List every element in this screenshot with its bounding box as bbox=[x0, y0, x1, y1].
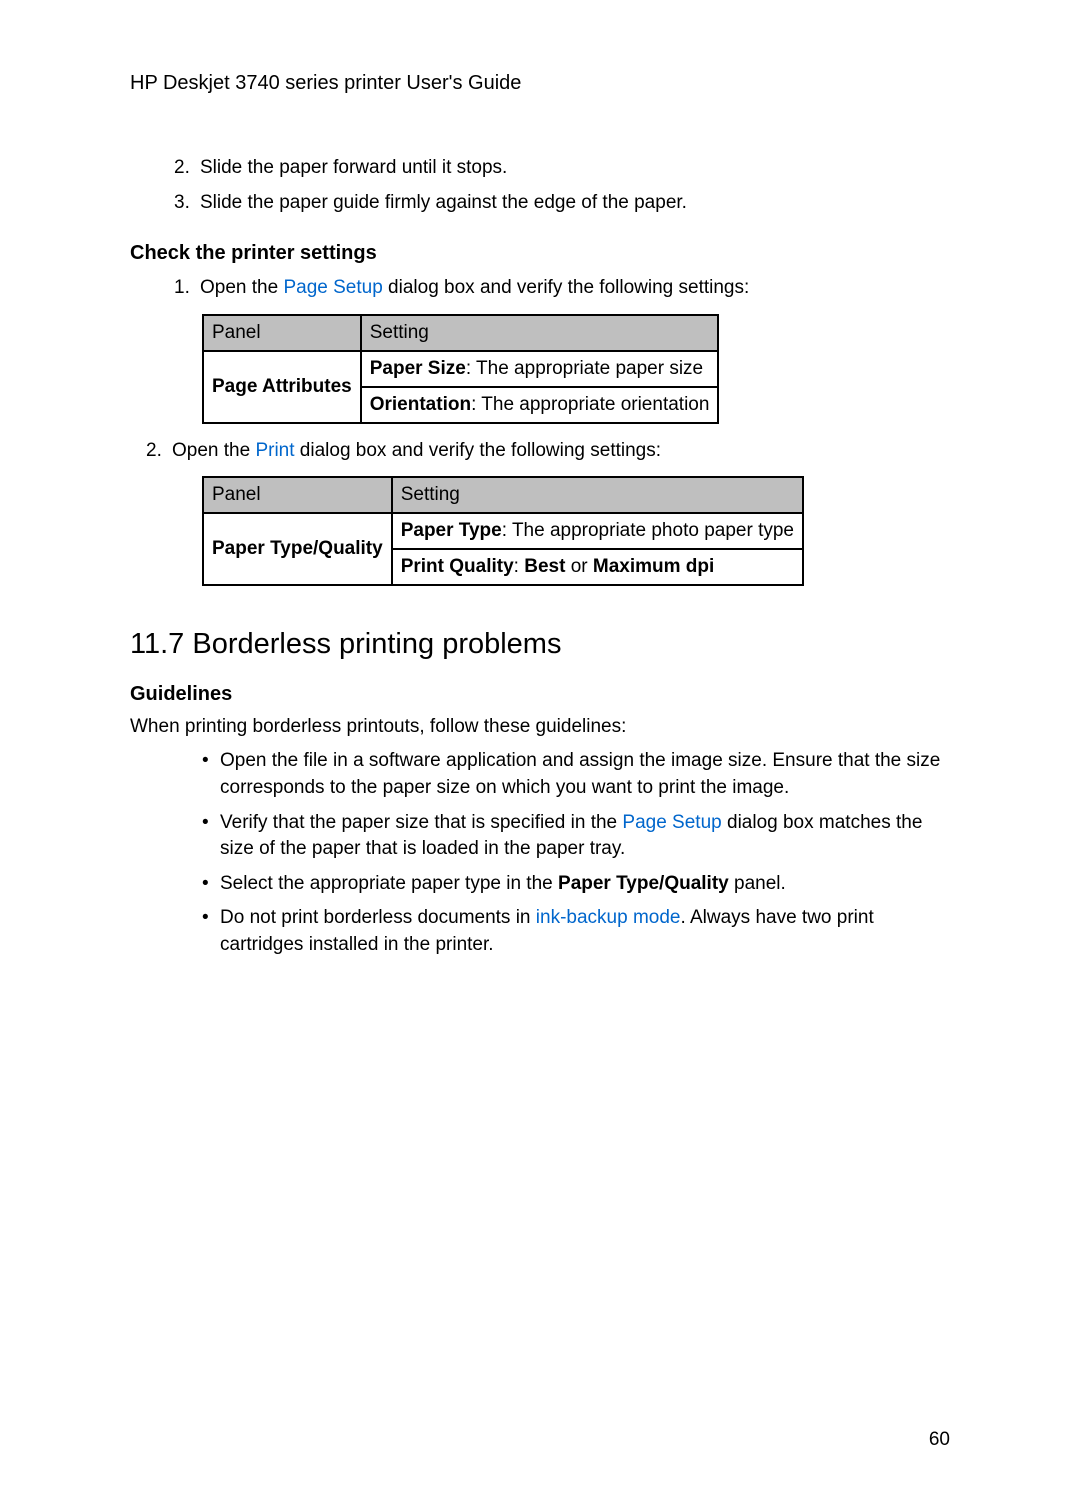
table-header-panel: Panel bbox=[203, 315, 361, 351]
ordered-list-settings: 1. Open the Page Setup dialog box and ve… bbox=[130, 275, 950, 302]
link-ink-backup[interactable]: ink-backup mode bbox=[536, 907, 681, 928]
list-text: Slide the paper guide firmly against the… bbox=[200, 190, 687, 217]
setting-value-bold: Best bbox=[524, 556, 565, 577]
setting-label: Orientation bbox=[370, 394, 471, 415]
setting-value: : The appropriate photo paper type bbox=[502, 520, 794, 541]
bullet-list-guidelines: • Open the file in a software applicatio… bbox=[130, 748, 950, 958]
table-cell-panel: Paper Type/Quality bbox=[203, 513, 392, 585]
bullet-icon: • bbox=[202, 871, 220, 898]
subheading-guidelines: Guidelines bbox=[130, 683, 950, 706]
table-cell-setting: Orientation: The appropriate orientation bbox=[361, 387, 719, 423]
text-pre: Do not print borderless documents in bbox=[220, 907, 536, 928]
list-number: 2. bbox=[174, 155, 200, 182]
text-post: panel. bbox=[729, 873, 786, 894]
table-cell-panel: Page Attributes bbox=[203, 351, 361, 423]
list-item: 3. Slide the paper guide firmly against … bbox=[174, 190, 950, 217]
list-item: 1. Open the Page Setup dialog box and ve… bbox=[174, 275, 950, 302]
table-header-panel: Panel bbox=[203, 477, 392, 513]
setting-value: : The appropriate orientation bbox=[471, 394, 709, 415]
setting-value-bold: Maximum dpi bbox=[593, 556, 714, 577]
list-number: 2. bbox=[146, 438, 172, 465]
page-header: HP Deskjet 3740 series printer User's Gu… bbox=[130, 72, 950, 95]
bold-text: Paper Type/Quality bbox=[558, 873, 729, 894]
intro-paragraph: When printing borderless printouts, foll… bbox=[130, 716, 950, 738]
link-print[interactable]: Print bbox=[255, 440, 294, 461]
list-text: Slide the paper forward until it stops. bbox=[200, 155, 507, 182]
list-item: • Verify that the paper size that is spe… bbox=[202, 810, 950, 863]
bullet-icon: • bbox=[202, 748, 220, 801]
table-cell-setting: Paper Type: The appropriate photo paper … bbox=[392, 513, 803, 549]
link-page-setup[interactable]: Page Setup bbox=[283, 277, 382, 298]
table-header-setting: Setting bbox=[392, 477, 803, 513]
table-cell-setting: Print Quality: Best or Maximum dpi bbox=[392, 549, 803, 585]
list-text: Open the file in a software application … bbox=[220, 748, 950, 801]
list-item: • Do not print borderless documents in i… bbox=[202, 905, 950, 958]
setting-label: Print Quality bbox=[401, 556, 514, 577]
text-pre: Select the appropriate paper type in the bbox=[220, 873, 558, 894]
setting-label: Paper Type bbox=[401, 520, 502, 541]
text-post: dialog box and verify the following sett… bbox=[383, 277, 750, 298]
list-item: • Select the appropriate paper type in t… bbox=[202, 871, 950, 898]
section-heading-borderless: 11.7 Borderless printing problems bbox=[130, 628, 950, 661]
list-text: Open the Page Setup dialog box and verif… bbox=[200, 275, 749, 302]
table-row: Page Attributes Paper Size: The appropri… bbox=[203, 351, 718, 387]
text-pre: Open the bbox=[172, 440, 255, 461]
table-header-row: Panel Setting bbox=[203, 315, 718, 351]
ordered-list-top: 2. Slide the paper forward until it stop… bbox=[130, 155, 950, 216]
table-header-row: Panel Setting bbox=[203, 477, 803, 513]
bullet-icon: • bbox=[202, 905, 220, 958]
bullet-icon: • bbox=[202, 810, 220, 863]
setting-text: : bbox=[514, 556, 525, 577]
list-text: Open the Print dialog box and verify the… bbox=[172, 438, 661, 465]
setting-value: : The appropriate paper size bbox=[466, 358, 703, 379]
table-cell-setting: Paper Size: The appropriate paper size bbox=[361, 351, 719, 387]
table-row: Paper Type/Quality Paper Type: The appro… bbox=[203, 513, 803, 549]
setting-label: Paper Size bbox=[370, 358, 466, 379]
section-heading-check-printer: Check the printer settings bbox=[130, 242, 950, 265]
list-text: Do not print borderless documents in ink… bbox=[220, 905, 950, 958]
list-text: Verify that the paper size that is speci… bbox=[220, 810, 950, 863]
table-header-setting: Setting bbox=[361, 315, 719, 351]
link-page-setup[interactable]: Page Setup bbox=[622, 812, 721, 833]
list-number: 3. bbox=[174, 190, 200, 217]
setting-text: or bbox=[565, 556, 592, 577]
text-post: dialog box and verify the following sett… bbox=[295, 440, 662, 461]
list-number: 1. bbox=[174, 275, 200, 302]
table-print-settings: Panel Setting Paper Type/Quality Paper T… bbox=[202, 476, 804, 586]
ordered-list-settings-2: 2. Open the Print dialog box and verify … bbox=[130, 438, 950, 465]
table-page-setup-settings: Panel Setting Page Attributes Paper Size… bbox=[202, 314, 719, 424]
list-item: 2. Open the Print dialog box and verify … bbox=[146, 438, 950, 465]
page-number: 60 bbox=[929, 1429, 950, 1451]
list-item: • Open the file in a software applicatio… bbox=[202, 748, 950, 801]
text-pre: Verify that the paper size that is speci… bbox=[220, 812, 622, 833]
text-pre: Open the bbox=[200, 277, 283, 298]
list-text: Select the appropriate paper type in the… bbox=[220, 871, 786, 898]
list-item: 2. Slide the paper forward until it stop… bbox=[174, 155, 950, 182]
